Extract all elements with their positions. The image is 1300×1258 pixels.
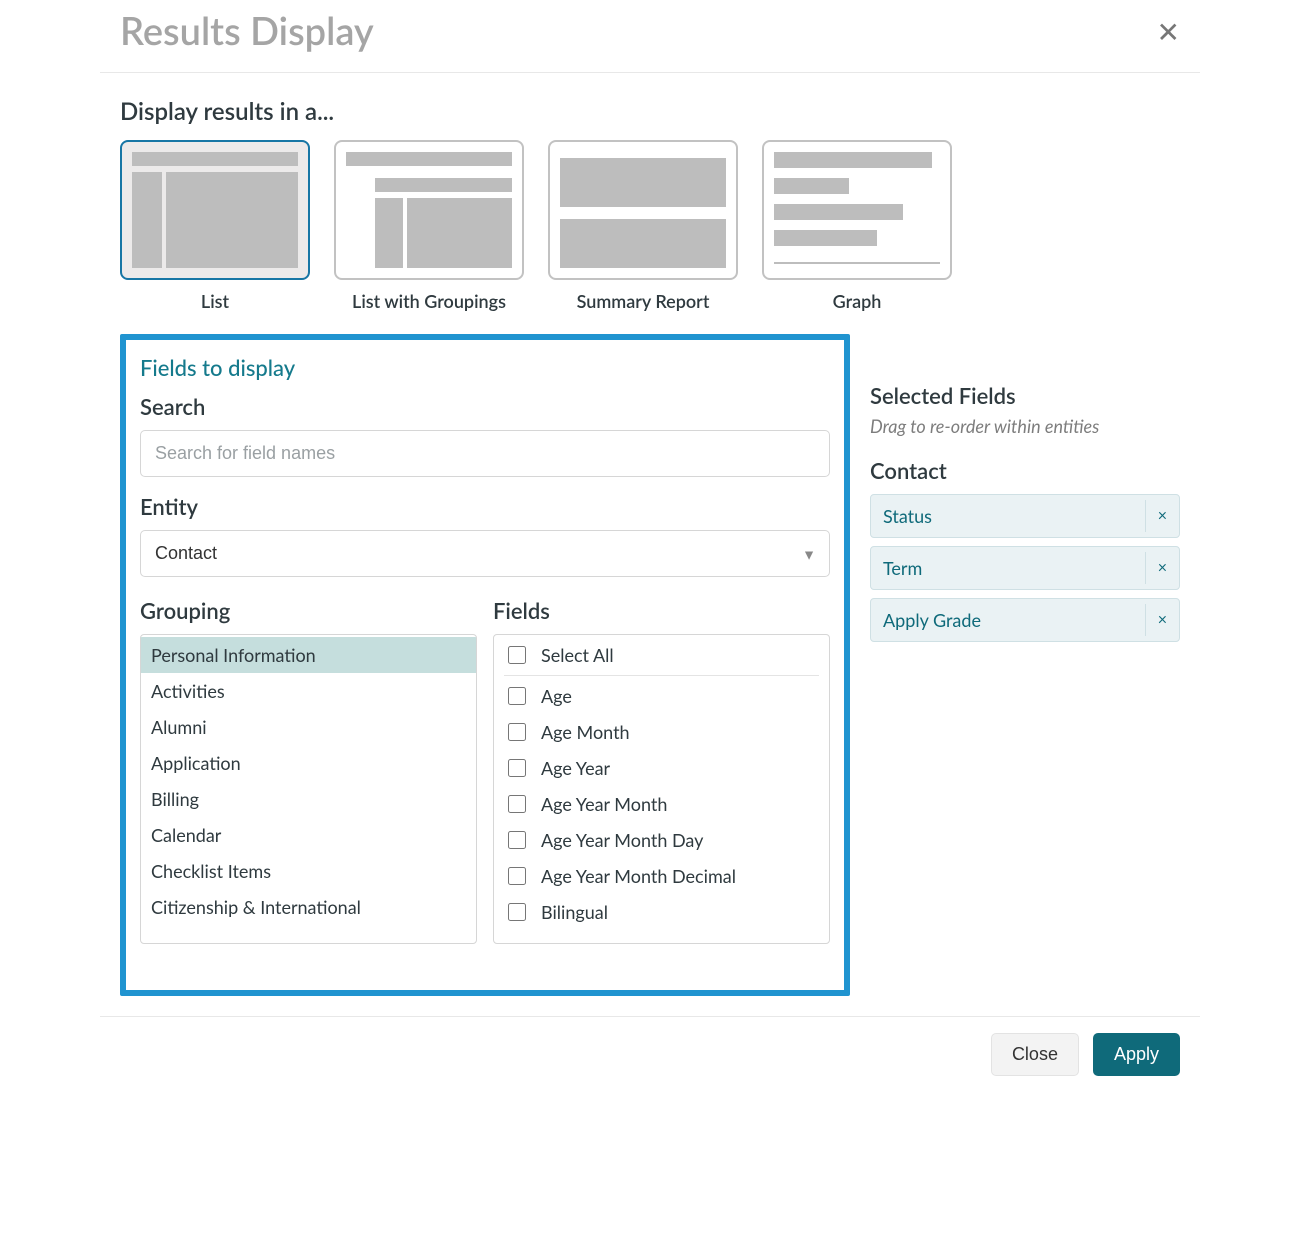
chip-label: Status — [871, 495, 944, 537]
field-item[interactable]: Age Year — [494, 750, 829, 786]
display-type-graph[interactable]: Graph — [762, 140, 952, 312]
selected-field-chip[interactable]: Status × — [870, 494, 1180, 538]
field-checkbox[interactable] — [508, 687, 526, 705]
fields-label: Fields — [493, 597, 830, 624]
modal-footer: Close Apply — [100, 1016, 1200, 1092]
field-item[interactable]: Age Year Month Day — [494, 822, 829, 858]
grouping-label: Grouping — [140, 597, 477, 624]
grouping-item[interactable]: Calendar — [141, 817, 476, 853]
remove-chip-icon[interactable]: × — [1145, 552, 1179, 584]
field-label: Age Year — [541, 757, 610, 779]
grouping-item[interactable]: Citizenship & International — [141, 889, 476, 925]
grouping-list[interactable]: Personal InformationActivitiesAlumniAppl… — [140, 634, 477, 944]
grouping-item[interactable]: Billing — [141, 781, 476, 817]
field-label: Age Year Month — [541, 793, 667, 815]
field-checkbox[interactable] — [508, 867, 526, 885]
display-type-list-caption: List — [201, 290, 229, 312]
search-label: Search — [140, 393, 830, 420]
field-label: Age Year Month Day — [541, 829, 703, 851]
chip-label: Term — [871, 547, 934, 589]
search-input[interactable] — [140, 430, 830, 477]
grouping-item[interactable]: Checklist Items — [141, 853, 476, 889]
field-item[interactable]: Age — [494, 678, 829, 714]
entity-select[interactable] — [140, 530, 830, 577]
field-item[interactable]: Age Year Month — [494, 786, 829, 822]
remove-chip-icon[interactable]: × — [1145, 500, 1179, 532]
selected-entity-name: Contact — [870, 457, 1180, 484]
results-display-modal: Results Display ✕ Display results in a..… — [100, 0, 1200, 1092]
grouping-item[interactable]: Application — [141, 745, 476, 781]
display-type-summary[interactable]: Summary Report — [548, 140, 738, 312]
grouping-item[interactable]: Alumni — [141, 709, 476, 745]
display-type-list-thumb — [120, 140, 310, 280]
field-item[interactable]: Select All — [494, 637, 829, 673]
display-type-list-groupings[interactable]: List with Groupings — [334, 140, 524, 312]
display-type-summary-thumb — [548, 140, 738, 280]
selected-fields-hint: Drag to re-order within entities — [870, 415, 1180, 437]
field-checkbox[interactable] — [508, 903, 526, 921]
fields-panel-title: Fields to display — [140, 354, 830, 381]
entity-label: Entity — [140, 493, 830, 520]
field-item[interactable]: Age Month — [494, 714, 829, 750]
field-item[interactable]: Bilingual — [494, 894, 829, 930]
selected-field-chip[interactable]: Term × — [870, 546, 1180, 590]
selected-field-chip-list: Status × Term × Apply Grade × — [870, 494, 1180, 642]
field-label: Age Month — [541, 721, 630, 743]
field-checkbox[interactable] — [508, 646, 526, 664]
display-in-label: Display results in a... — [120, 97, 1180, 126]
fields-to-display-panel: Fields to display Search Entity ▼ Groupi… — [120, 334, 850, 996]
apply-button[interactable]: Apply — [1093, 1033, 1180, 1076]
grouping-item[interactable]: Activities — [141, 673, 476, 709]
display-type-summary-caption: Summary Report — [577, 290, 710, 312]
field-label: Bilingual — [541, 901, 608, 923]
display-type-graph-caption: Graph — [833, 290, 882, 312]
field-label: Age — [541, 685, 572, 707]
chip-label: Apply Grade — [871, 599, 993, 641]
field-item[interactable]: Age Year Month Decimal — [494, 858, 829, 894]
fields-list[interactable]: Select All Age Age Month Age Year Age Year M… — [493, 634, 830, 944]
display-type-list-groupings-caption: List with Groupings — [352, 290, 506, 312]
field-checkbox[interactable] — [508, 795, 526, 813]
grouping-item[interactable]: Personal Information — [141, 637, 476, 673]
display-type-list[interactable]: List — [120, 140, 310, 312]
display-type-list-groupings-thumb — [334, 140, 524, 280]
field-checkbox[interactable] — [508, 723, 526, 741]
field-checkbox[interactable] — [508, 831, 526, 849]
display-type-graph-thumb — [762, 140, 952, 280]
field-label: Age Year Month Decimal — [541, 865, 736, 887]
modal-header: Results Display ✕ — [100, 0, 1200, 73]
field-label: Select All — [541, 644, 614, 666]
modal-body: Display results in a... List — [100, 73, 1200, 1016]
modal-title: Results Display — [120, 8, 374, 54]
selected-field-chip[interactable]: Apply Grade × — [870, 598, 1180, 642]
close-button[interactable]: Close — [991, 1033, 1079, 1076]
selected-fields-panel: Selected Fields Drag to re-order within … — [870, 334, 1180, 996]
display-type-row: List List with Groupings — [120, 140, 1180, 312]
close-icon[interactable]: ✕ — [1157, 17, 1180, 45]
remove-chip-icon[interactable]: × — [1145, 604, 1179, 636]
selected-fields-title: Selected Fields — [870, 382, 1180, 409]
field-checkbox[interactable] — [508, 759, 526, 777]
